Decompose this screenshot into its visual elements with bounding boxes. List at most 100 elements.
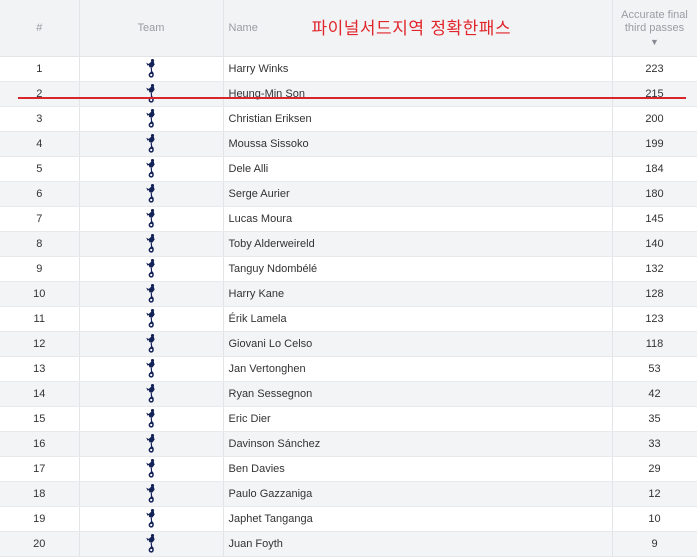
rank-cell: 6 (0, 181, 80, 207)
rank-cell: 13 (0, 356, 80, 382)
tottenham-cockerel-icon[interactable] (145, 533, 157, 556)
table-row[interactable]: 2 Heung-Min Son 215 (0, 81, 697, 107)
stat-header-line2: third passes (624, 22, 685, 34)
tottenham-cockerel-icon[interactable] (145, 458, 157, 481)
tottenham-cockerel-icon[interactable] (145, 408, 157, 431)
player-name-cell[interactable]: Tanguy Ndombélé (223, 256, 613, 282)
tottenham-cockerel-icon[interactable] (145, 308, 157, 331)
table-row[interactable]: 17 Ben Davies 29 (0, 456, 697, 482)
team-cell (79, 506, 224, 532)
tottenham-cockerel-icon[interactable] (145, 58, 157, 81)
accurate-passes-cell: 140 (612, 231, 697, 257)
table-header: # Team Name 파이널서드지역 정확한패스 Accurate final… (0, 0, 697, 57)
rank-cell: 8 (0, 231, 80, 257)
player-name-cell[interactable]: Lucas Moura (223, 206, 613, 232)
name-column-header[interactable]: Name 파이널서드지역 정확한패스 (223, 0, 613, 57)
rank-cell: 15 (0, 406, 80, 432)
rank-cell: 1 (0, 56, 80, 82)
team-cell (79, 106, 224, 132)
tottenham-cockerel-icon[interactable] (145, 283, 157, 306)
annotation-underline (18, 97, 686, 99)
player-name-cell[interactable]: Ben Davies (223, 456, 613, 482)
tottenham-cockerel-icon[interactable] (145, 208, 157, 231)
player-name-cell[interactable]: Japhet Tanganga (223, 506, 613, 532)
table-row[interactable]: 8 Toby Alderweireld 140 (0, 231, 697, 257)
table-row[interactable]: 20 Juan Foyth 9 (0, 531, 697, 557)
passes-table: # Team Name 파이널서드지역 정확한패스 Accurate final… (0, 0, 697, 557)
player-name-cell[interactable]: Jan Vertonghen (223, 356, 613, 382)
rank-column-header[interactable]: # (0, 0, 80, 57)
rank-cell: 12 (0, 331, 80, 357)
player-name-cell[interactable]: Moussa Sissoko (223, 131, 613, 157)
table-row[interactable]: 11 Érik Lamela 123 (0, 306, 697, 332)
team-cell (79, 306, 224, 332)
sort-descending-icon[interactable]: ▼ (613, 36, 697, 49)
tottenham-cockerel-icon[interactable] (145, 183, 157, 206)
accurate-passes-cell: 200 (612, 106, 697, 132)
rank-cell: 16 (0, 431, 80, 457)
table-row[interactable]: 3 Christian Eriksen 200 (0, 106, 697, 132)
rank-cell: 14 (0, 381, 80, 407)
table-row[interactable]: 12 Giovani Lo Celso 118 (0, 331, 697, 357)
accurate-passes-cell: 123 (612, 306, 697, 332)
rank-cell: 7 (0, 206, 80, 232)
table-row[interactable]: 18 Paulo Gazzaniga 12 (0, 481, 697, 507)
tottenham-cockerel-icon[interactable] (145, 358, 157, 381)
player-name-cell[interactable]: Christian Eriksen (223, 106, 613, 132)
player-name-cell[interactable]: Giovani Lo Celso (223, 331, 613, 357)
table-row[interactable]: 10 Harry Kane 128 (0, 281, 697, 307)
tottenham-cockerel-icon[interactable] (145, 433, 157, 456)
player-name-cell[interactable]: Paulo Gazzaniga (223, 481, 613, 507)
table-row[interactable]: 13 Jan Vertonghen 53 (0, 356, 697, 382)
accurate-passes-cell: 29 (612, 456, 697, 482)
tottenham-cockerel-icon[interactable] (145, 483, 157, 506)
team-column-header[interactable]: Team (79, 0, 224, 57)
accurate-passes-cell: 215 (612, 81, 697, 107)
table-row[interactable]: 1 Harry Winks 223 (0, 56, 697, 82)
player-name-cell[interactable]: Harry Winks (223, 56, 613, 82)
table-row[interactable]: 6 Serge Aurier 180 (0, 181, 697, 207)
accurate-passes-cell: 184 (612, 156, 697, 182)
tottenham-cockerel-icon[interactable] (145, 333, 157, 356)
accurate-passes-cell: 35 (612, 406, 697, 432)
table-body: 1 Harry Winks 223 2 Heung-Min Son 215 3 … (0, 56, 697, 557)
player-name-cell[interactable]: Dele Alli (223, 156, 613, 182)
accurate-passes-column-header[interactable]: Accurate final third passes ▼ (612, 0, 697, 57)
table-row[interactable]: 14 Ryan Sessegnon 42 (0, 381, 697, 407)
table-row[interactable]: 4 Moussa Sissoko 199 (0, 131, 697, 157)
player-name-cell[interactable]: Eric Dier (223, 406, 613, 432)
tottenham-cockerel-icon[interactable] (145, 133, 157, 156)
player-name-cell[interactable]: Érik Lamela (223, 306, 613, 332)
name-column-label: Name (228, 22, 258, 34)
player-name-cell[interactable]: Toby Alderweireld (223, 231, 613, 257)
tottenham-cockerel-icon[interactable] (145, 108, 157, 131)
rank-cell: 18 (0, 481, 80, 507)
tottenham-cockerel-icon[interactable] (145, 508, 157, 531)
player-name-cell[interactable]: Davinson Sánchez (223, 431, 613, 457)
team-cell (79, 481, 224, 507)
table-row[interactable]: 15 Eric Dier 35 (0, 406, 697, 432)
accurate-passes-cell: 199 (612, 131, 697, 157)
team-cell (79, 256, 224, 282)
table-row[interactable]: 5 Dele Alli 184 (0, 156, 697, 182)
player-name-cell[interactable]: Harry Kane (223, 281, 613, 307)
table-row[interactable]: 7 Lucas Moura 145 (0, 206, 697, 232)
team-cell (79, 231, 224, 257)
team-cell (79, 181, 224, 207)
tottenham-cockerel-icon[interactable] (145, 158, 157, 181)
player-name-cell[interactable]: Juan Foyth (223, 531, 613, 557)
table-row[interactable]: 16 Davinson Sánchez 33 (0, 431, 697, 457)
team-cell (79, 56, 224, 82)
team-cell (79, 206, 224, 232)
tottenham-cockerel-icon[interactable] (145, 233, 157, 256)
tottenham-cockerel-icon[interactable] (145, 83, 157, 106)
tottenham-cockerel-icon[interactable] (145, 258, 157, 281)
player-name-cell[interactable]: Serge Aurier (223, 181, 613, 207)
table-row[interactable]: 19 Japhet Tanganga 10 (0, 506, 697, 532)
team-cell (79, 456, 224, 482)
player-name-cell[interactable]: Ryan Sessegnon (223, 381, 613, 407)
tottenham-cockerel-icon[interactable] (145, 383, 157, 406)
player-name-cell[interactable]: Heung-Min Son (223, 81, 613, 107)
rank-cell: 11 (0, 306, 80, 332)
table-row[interactable]: 9 Tanguy Ndombélé 132 (0, 256, 697, 282)
